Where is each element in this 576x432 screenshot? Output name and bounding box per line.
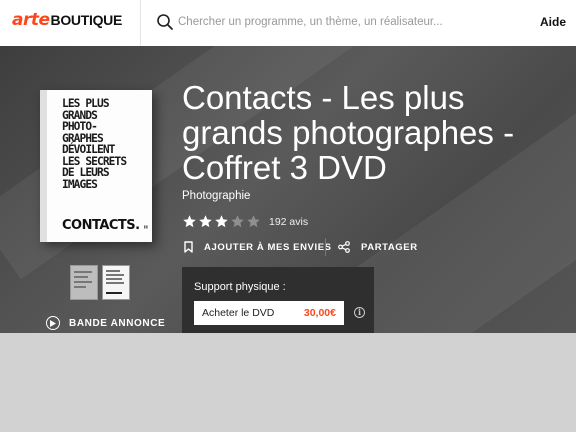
cover-line: IMAGES — [62, 177, 98, 191]
cover-thumbnail-front[interactable] — [102, 265, 130, 300]
search-input[interactable] — [178, 12, 498, 32]
arte-boutique-logo[interactable]: arte BOUTIQUE — [12, 10, 122, 32]
trailer-button[interactable]: BANDE ANNONCE — [46, 316, 165, 330]
help-link[interactable]: Aide — [540, 15, 566, 29]
cover-thumbnail-back[interactable] — [70, 265, 98, 300]
play-icon — [46, 316, 60, 330]
product-title: Contacts - Les plus grands photographes … — [182, 79, 515, 186]
offer-label: Acheter le DVD — [202, 307, 275, 319]
cover-line: PHOTO- — [62, 120, 98, 133]
wishlist-label: AJOUTER À MES ENVIES — [204, 241, 332, 253]
offer-price: 30,00€ — [303, 307, 336, 319]
logo-brand: arte — [12, 10, 50, 30]
logo-suffix: BOUTIQUE — [50, 12, 123, 28]
share-icon — [338, 241, 350, 253]
star-filled-icon — [183, 215, 196, 228]
cover-line: DÉVOILENT — [62, 143, 115, 156]
star-empty-icon — [231, 215, 244, 228]
product-cover-image[interactable]: LES PLUS GRANDS PHOTO- GRAPHES DÉVOILENT… — [40, 90, 152, 242]
cover-headline: LES PLUS GRANDS PHOTO- GRAPHES DÉVOILENT… — [62, 98, 148, 190]
share-label: PARTAGER — [361, 241, 418, 253]
reviews-count[interactable]: 192 avis — [269, 216, 308, 228]
info-icon[interactable]: i — [354, 307, 365, 318]
buy-dvd-button[interactable]: Acheter le DVD 30,00€ — [194, 301, 344, 325]
product-category-link[interactable]: Photographie — [182, 190, 250, 202]
star-filled-icon — [215, 215, 228, 228]
star-filled-icon — [199, 215, 212, 228]
star-empty-icon — [247, 215, 260, 228]
support-label: Support physique : — [194, 281, 286, 293]
cover-line: DE LEURS — [62, 166, 110, 179]
cover-brand: CONTACTS. — [62, 218, 140, 233]
rating-stars[interactable] — [182, 214, 262, 229]
action-divider — [325, 238, 326, 256]
bookmark-icon — [184, 241, 193, 253]
header-divider — [140, 0, 141, 46]
search-icon[interactable] — [156, 13, 174, 31]
purchase-panel: Support physique : Acheter le DVD 30,00€… — [182, 267, 374, 333]
trailer-label: BANDE ANNONCE — [69, 317, 166, 329]
cover-line: LES PLUS — [62, 97, 110, 110]
top-header: arte BOUTIQUE Aide — [0, 0, 576, 46]
cover-spine — [40, 90, 47, 242]
cover-publisher-logo: ▮▮ — [143, 224, 148, 229]
share-button[interactable]: PARTAGER — [338, 241, 418, 253]
add-to-wishlist-button[interactable]: AJOUTER À MES ENVIES — [184, 241, 332, 253]
